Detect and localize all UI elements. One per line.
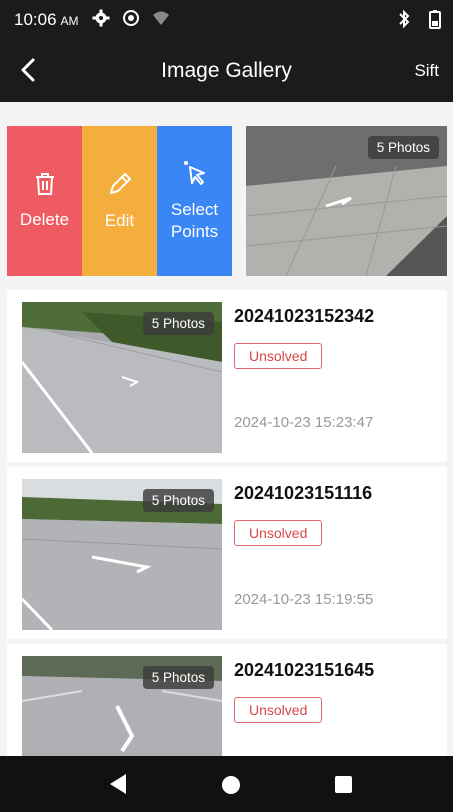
battery-icon [429, 9, 441, 34]
trash-icon [34, 172, 56, 201]
swiped-list-item: Delete Edit Select Points 5 Photos [0, 126, 453, 278]
list-item[interactable]: 5 Photos 20241023151116 Unsolved 2024-10… [7, 467, 447, 639]
recents-square-icon[interactable] [334, 775, 353, 799]
delete-label: Delete [19, 209, 70, 229]
status-badge: Unsolved [234, 520, 323, 546]
photo-count-badge: 5 Photos [142, 666, 214, 689]
photo-thumbnail[interactable]: 5 Photos [22, 656, 222, 756]
gallery-list[interactable]: Delete Edit Select Points 5 Photos 5 Pho… [0, 102, 453, 756]
timestamp: 2024-10-23 15:19:55 [234, 591, 374, 608]
photo-count-badge: 5 Photos [367, 136, 439, 159]
select-points-button[interactable]: Select Points [157, 126, 232, 276]
photo-thumbnail[interactable]: 5 Photos [22, 479, 222, 630]
pencil-icon [107, 171, 133, 202]
app-bar: Image Gallery Sift [0, 40, 453, 102]
edit-button[interactable]: Edit [82, 126, 157, 276]
back-triangle-icon[interactable] [108, 773, 128, 800]
bluetooth-icon [397, 9, 411, 34]
delete-button[interactable]: Delete [7, 126, 82, 276]
status-time: 10:06 AM [14, 10, 79, 29]
home-circle-icon[interactable] [221, 775, 241, 800]
status-ampm: AM [60, 14, 79, 28]
record-icon [122, 9, 140, 32]
edit-label: Edit [104, 210, 135, 230]
status-bar: 10:06 AM [0, 0, 453, 40]
select-points-label: Select Points [170, 199, 219, 241]
gear-icon [92, 9, 110, 32]
photo-count-badge: 5 Photos [142, 312, 214, 335]
photo-thumbnail[interactable]: 5 Photos [22, 302, 222, 453]
status-badge: Unsolved [234, 343, 323, 369]
list-item[interactable]: 5 Photos 20241023151645 Unsolved [7, 644, 447, 756]
pointer-icon [182, 160, 208, 191]
record-id: 20241023151116 [234, 483, 373, 503]
photo-thumbnail[interactable]: 5 Photos [246, 126, 447, 276]
system-nav-bar [0, 756, 453, 812]
status-badge: Unsolved [234, 697, 323, 723]
record-id: 20241023152342 [234, 306, 375, 326]
list-item[interactable]: 5 Photos 20241023152342 Unsolved 2024-10… [7, 290, 447, 462]
record-id: 20241023151645 [234, 660, 375, 680]
wifi-icon [152, 10, 170, 31]
photo-count-badge: 5 Photos [142, 489, 214, 512]
sift-button[interactable]: Sift [414, 61, 439, 81]
page-title: Image Gallery [161, 59, 292, 82]
timestamp: 2024-10-23 15:23:47 [234, 414, 374, 431]
